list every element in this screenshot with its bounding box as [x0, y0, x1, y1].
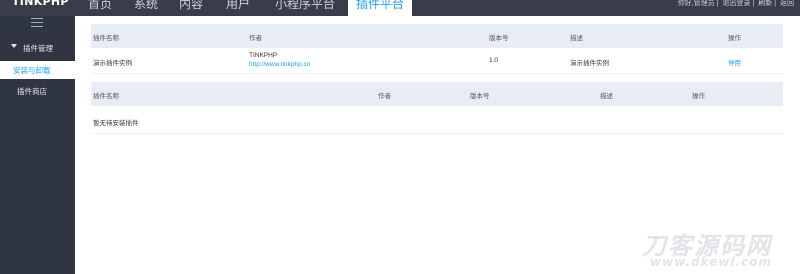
- refresh-link[interactable]: 刷新: [758, 0, 772, 7]
- plugin-author: TINKPHP: [249, 52, 278, 59]
- hamburger-menu-icon[interactable]: [31, 18, 43, 30]
- plugin-name: 演示插件实例: [93, 60, 132, 67]
- logout-link[interactable]: 退出登录: [722, 0, 750, 7]
- user-area: 你好,管理员 | 退出登录 | 刷新 | 返回: [677, 0, 794, 7]
- sidebar-item-label: 插件商店: [17, 87, 47, 96]
- table-header: 插件名称 作者 版本号 描述 操作: [91, 24, 783, 48]
- installed-plugins-table: 插件名称 作者 版本号 描述 操作 演示插件实例 TINKPHP http://…: [91, 24, 783, 74]
- nav-item-plugin-platform-label: 插件平台: [355, 0, 404, 11]
- nav-item-plugin-platform[interactable]: 插件平台: [348, 0, 412, 16]
- top-navbar: TINKPHP 首页 系统 内容 用户 小程序平台 插件平台 你好,管理员 | 退…: [0, 0, 800, 16]
- header-plugin-name: 插件名称: [93, 35, 119, 42]
- empty-row: 暂无待安装插件: [91, 106, 783, 134]
- header-plugin-name: 插件名称: [93, 93, 119, 100]
- sidebar: 插件管理 安装与卸载 插件商店: [0, 16, 75, 274]
- table-row: 演示插件实例 TINKPHP http://www.tinkphp.cn 1.0…: [91, 48, 783, 74]
- nav-item-content[interactable]: 内容: [179, 0, 203, 16]
- header-version: 版本号: [489, 35, 509, 42]
- nav-item-home[interactable]: 首页: [88, 0, 112, 16]
- header-action: 操作: [692, 93, 705, 100]
- empty-state-text: 暂无待安装插件: [93, 120, 139, 127]
- nav-item-miniprogram-platform[interactable]: 小程序平台: [275, 0, 335, 16]
- pending-plugins-table: 插件名称 作者 版本号 描述 操作 暂无待安装插件: [91, 82, 783, 134]
- sidebar-item-install-uninstall[interactable]: 安装与卸载: [0, 61, 75, 79]
- header-author: 作者: [378, 93, 391, 100]
- sidebar-item-plugin-store[interactable]: 插件商店: [0, 82, 75, 100]
- caret-down-icon: [11, 44, 17, 48]
- plugin-author-link[interactable]: http://www.tinkphp.cn: [249, 61, 310, 68]
- back-link[interactable]: 返回: [780, 0, 794, 7]
- header-description: 描述: [570, 35, 583, 42]
- watermark-logo: 刀客源码网 www.dkewl.com: [638, 220, 798, 272]
- plugin-description: 演示插件实例: [570, 60, 609, 67]
- header-action: 操作: [728, 35, 741, 42]
- user-greeting: 你好,管理员: [677, 0, 715, 7]
- app-logo: TINKPHP: [12, 0, 69, 8]
- table-header: 插件名称 作者 版本号 描述 操作: [91, 82, 783, 106]
- sidebar-group-plugin-management[interactable]: 插件管理: [0, 40, 75, 56]
- sidebar-item-label: 安装与卸载: [13, 66, 51, 75]
- watermark-url: www.dkewl.com: [650, 255, 772, 269]
- nav-item-system[interactable]: 系统: [134, 0, 158, 16]
- plugin-version: 1.0: [489, 57, 499, 64]
- header-version: 版本号: [470, 93, 490, 100]
- sidebar-group-label: 插件管理: [23, 44, 53, 53]
- disable-plugin-button[interactable]: 停用: [728, 57, 741, 67]
- nav-item-users[interactable]: 用户: [226, 0, 250, 16]
- header-description: 描述: [600, 93, 613, 100]
- header-author: 作者: [249, 35, 262, 42]
